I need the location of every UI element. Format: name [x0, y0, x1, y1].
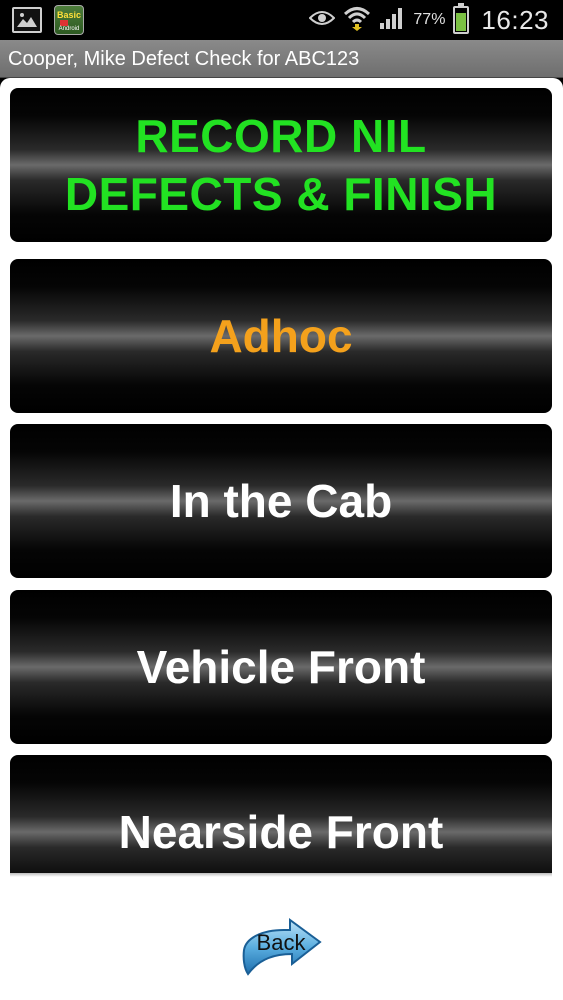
title-bar: Cooper, Mike Defect Check for ABC123 [0, 40, 563, 78]
wifi-icon [343, 5, 371, 35]
in-the-cab-label: In the Cab [169, 475, 393, 527]
app-icon-text: Basic [56, 10, 82, 20]
status-bar-right: 77% 16:23 [308, 3, 549, 37]
battery-fill [456, 12, 467, 31]
gallery-icon [12, 7, 42, 33]
record-nil-defects-label: RECORD NIL DEFECTS & FINISH [65, 107, 497, 223]
list-scroll-edge [10, 873, 552, 877]
page-title: Cooper, Mike Defect Check for ABC123 [8, 48, 360, 70]
back-label: Back [256, 930, 306, 955]
adhoc-button[interactable]: Adhoc [10, 259, 552, 413]
app-icon-subtext: Android [58, 26, 80, 32]
app-icon: Basic Android [54, 5, 84, 35]
record-nil-defects-line2: DEFECTS & FINISH [64, 168, 498, 220]
back-button[interactable]: Back [240, 916, 324, 978]
nearside-front-label: Nearside Front [118, 806, 444, 858]
status-bar: Basic Android 77% 16:23 [0, 0, 563, 40]
vehicle-front-label: Vehicle Front [136, 641, 426, 693]
battery-icon [453, 3, 470, 34]
battery-percent: 77% [413, 11, 446, 28]
content-area: RECORD NIL DEFECTS & FINISH Adhoc In the… [0, 78, 563, 1000]
clock: 16:23 [481, 4, 549, 35]
signal-icon [379, 6, 405, 34]
menu-list[interactable]: RECORD NIL DEFECTS & FINISH Adhoc In the… [10, 88, 552, 873]
adhoc-label: Adhoc [209, 310, 353, 362]
record-nil-defects-line1: RECORD NIL [135, 110, 427, 162]
eye-icon [308, 9, 336, 31]
status-bar-left: Basic Android [12, 5, 84, 35]
in-the-cab-button[interactable]: In the Cab [10, 424, 552, 578]
record-nil-defects-button[interactable]: RECORD NIL DEFECTS & FINISH [10, 88, 552, 242]
vehicle-front-button[interactable]: Vehicle Front [10, 590, 552, 744]
nearside-front-button[interactable]: Nearside Front [10, 755, 552, 873]
